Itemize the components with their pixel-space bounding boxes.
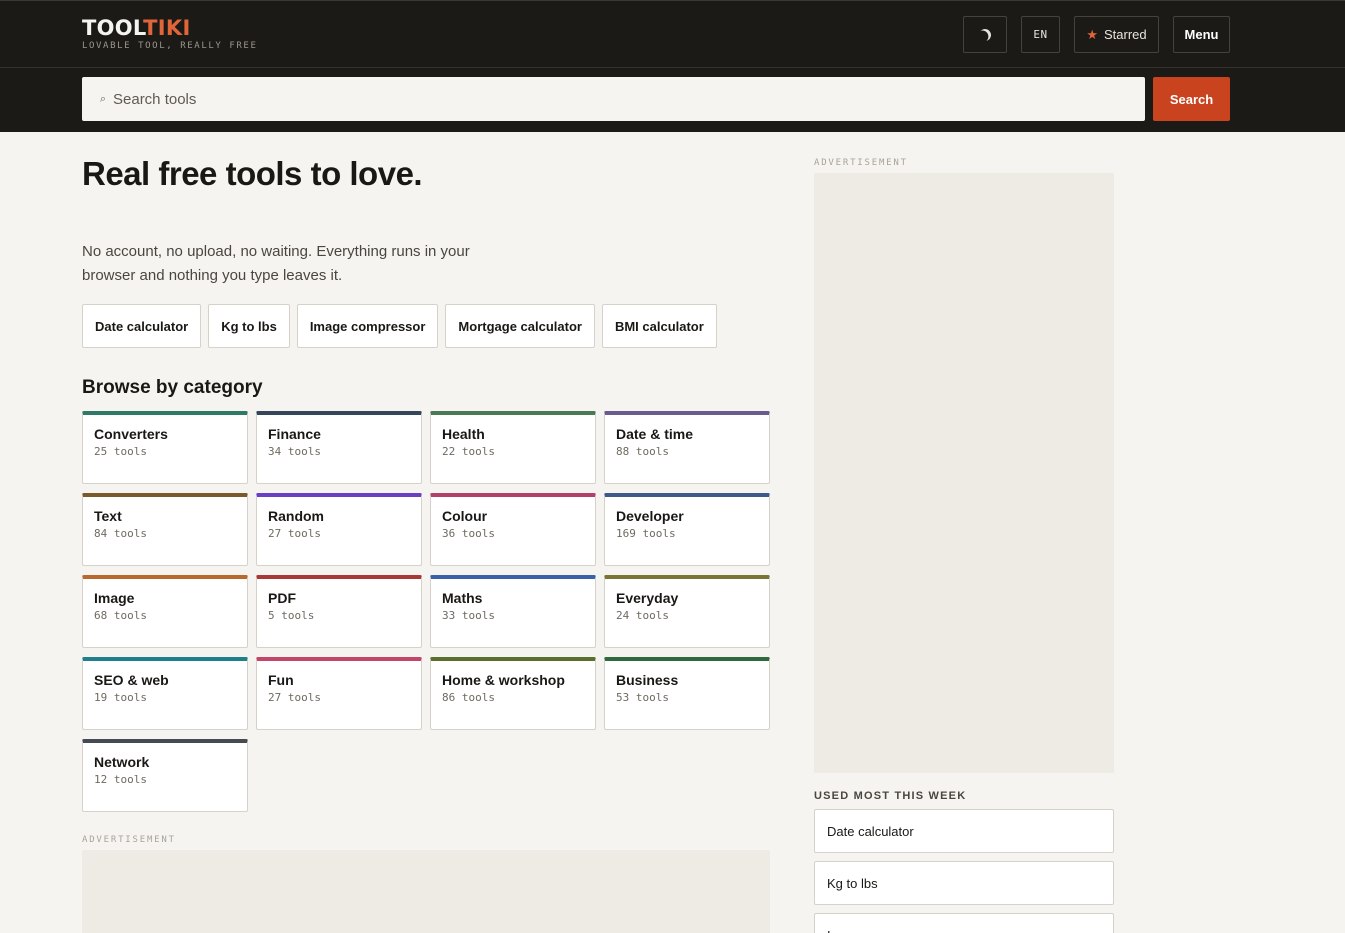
quick-link-bmi-calculator[interactable]: BMI calculator — [601, 304, 717, 348]
category-count: 24 tools — [616, 609, 669, 622]
category-name: Image — [94, 590, 135, 606]
category-card-developer[interactable]: Developer 169 tools — [604, 493, 770, 566]
advertisement-slot-bottom — [82, 850, 770, 933]
category-count: 53 tools — [616, 691, 669, 704]
advertisement-label-bottom: ADVERTISEMENT — [82, 835, 176, 845]
category-count: 19 tools — [94, 691, 147, 704]
logo-part-tool: TOOL — [82, 16, 144, 40]
category-count: 27 tools — [268, 691, 321, 704]
category-count: 12 tools — [94, 773, 147, 786]
category-card-colour[interactable]: Colour 36 tools — [430, 493, 596, 566]
browse-heading: Browse by category — [82, 377, 263, 398]
category-card-finance[interactable]: Finance 34 tools — [256, 411, 422, 484]
search-button[interactable]: Search — [1153, 77, 1230, 121]
category-name: Maths — [442, 590, 483, 606]
logo-wordmark: TOOLTIKI — [82, 17, 257, 39]
quick-link-image-compressor[interactable]: Image compressor — [296, 304, 439, 348]
category-card-converters[interactable]: Converters 25 tools — [82, 411, 248, 484]
category-name: Everyday — [616, 590, 679, 606]
menu-label: Menu — [1184, 27, 1219, 42]
category-count: 88 tools — [616, 445, 669, 458]
category-name: SEO & web — [94, 672, 169, 688]
moon-icon — [977, 26, 993, 42]
category-card-pdf[interactable]: PDF 5 tools — [256, 575, 422, 648]
advertisement-label-side: ADVERTISEMENT — [814, 158, 908, 168]
category-count: 25 tools — [94, 445, 147, 458]
category-name: Date & time — [616, 426, 694, 442]
page-subtitle: No account, no upload, no waiting. Every… — [82, 243, 470, 284]
category-card-everyday[interactable]: Everyday 24 tools — [604, 575, 770, 648]
quick-link-kg-to-lbs[interactable]: Kg to lbs — [208, 304, 290, 348]
category-name: Finance — [268, 426, 321, 442]
category-card-date-time[interactable]: Date & time 88 tools — [604, 411, 770, 484]
category-name: Home & workshop — [442, 672, 565, 688]
category-name: Business — [616, 672, 679, 688]
category-count: 5 tools — [268, 609, 315, 622]
category-count: 84 tools — [94, 527, 147, 540]
starred-button[interactable]: ★ Starred — [1074, 16, 1159, 53]
menu-button[interactable]: Menu — [1173, 16, 1230, 53]
category-name: Colour — [442, 508, 488, 524]
category-name: Converters — [94, 426, 168, 442]
category-grid: Converters 25 tools Finance 34 tools Hea… — [82, 411, 770, 812]
quick-link-date-calculator[interactable]: Date calculator — [82, 304, 202, 348]
category-count: 34 tools — [268, 445, 321, 458]
category-card-fun[interactable]: Fun 27 tools — [256, 657, 422, 730]
category-count: 22 tools — [442, 445, 495, 458]
category-card-maths[interactable]: Maths 33 tools — [430, 575, 596, 648]
search-box[interactable]: ⌕ — [82, 77, 1145, 121]
site-header: TOOLTIKI LOVABLE TOOL, REALLY FREE EN ★ … — [0, 0, 1345, 68]
used-most-item-date-calculator[interactable]: Date calculator — [814, 809, 1114, 853]
category-count: 27 tools — [268, 527, 321, 540]
category-name: Random — [268, 508, 324, 524]
category-card-seo-web[interactable]: SEO & web 19 tools — [82, 657, 248, 730]
quick-link-mortgage-calculator[interactable]: Mortgage calculator — [445, 304, 595, 348]
category-card-text[interactable]: Text 84 tools — [82, 493, 248, 566]
category-name: Developer — [616, 508, 684, 524]
category-count: 86 tools — [442, 691, 495, 704]
category-count: 36 tools — [442, 527, 495, 540]
language-label: EN — [1033, 28, 1048, 41]
search-bar: ⌕ Search — [0, 68, 1345, 132]
used-most-item-image-compressor[interactable]: Image compressor — [814, 913, 1114, 933]
category-count: 68 tools — [94, 609, 147, 622]
search-input[interactable] — [113, 90, 1113, 108]
logo-part-tiki: TIKI — [143, 16, 191, 40]
used-most-item-kg-to-lbs[interactable]: Kg to lbs — [814, 861, 1114, 905]
starred-label: Starred — [1104, 27, 1147, 42]
category-name: Health — [442, 426, 485, 442]
logo-tagline: LOVABLE TOOL, REALLY FREE — [82, 41, 258, 51]
category-name: Text — [94, 508, 122, 524]
category-name: Network — [94, 754, 150, 770]
category-card-random[interactable]: Random 27 tools — [256, 493, 422, 566]
search-icon: ⌕ — [99, 92, 106, 105]
category-card-network[interactable]: Network 12 tools — [82, 739, 248, 812]
category-card-image[interactable]: Image 68 tools — [82, 575, 248, 648]
theme-toggle-button[interactable] — [963, 16, 1007, 53]
language-button[interactable]: EN — [1021, 16, 1060, 53]
quick-links: Date calculator Kg to lbs Image compress… — [82, 304, 717, 348]
star-icon: ★ — [1086, 26, 1098, 42]
category-name: Fun — [268, 672, 294, 688]
category-card-health[interactable]: Health 22 tools — [430, 411, 596, 484]
category-count: 169 tools — [616, 527, 676, 540]
advertisement-slot-side — [814, 173, 1114, 773]
category-name: PDF — [268, 590, 296, 606]
category-count: 33 tools — [442, 609, 495, 622]
page-title: Real free tools to love. — [82, 155, 423, 192]
used-most-heading: USED MOST THIS WEEK — [814, 790, 967, 802]
site-logo[interactable]: TOOLTIKI LOVABLE TOOL, REALLY FREE — [82, 17, 257, 51]
category-card-home-workshop[interactable]: Home & workshop 86 tools — [430, 657, 596, 730]
category-card-business[interactable]: Business 53 tools — [604, 657, 770, 730]
